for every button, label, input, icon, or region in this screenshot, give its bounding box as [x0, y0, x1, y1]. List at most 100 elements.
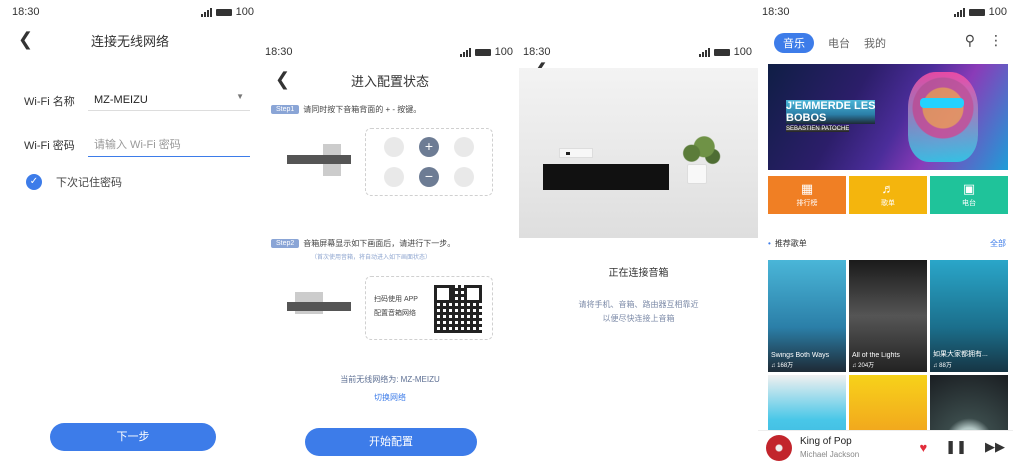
category-radio[interactable]: ▣ 电台 — [930, 176, 1008, 214]
speaker-top-unit — [559, 148, 593, 158]
speaker-main-unit — [543, 164, 669, 190]
tab-music[interactable]: 音乐 — [774, 33, 814, 53]
battery-level: 100 — [235, 6, 254, 18]
wifi-name-label: Wi-Fi 名称 — [24, 95, 75, 108]
play-count: ♫ 88万 — [933, 363, 952, 369]
status-bar: 18:30 100 — [0, 0, 260, 22]
music-home-screen: 18:30 100 音乐 电台 我的 ⚲ ⋮ J'EMMERDE LES BOB… — [758, 0, 1013, 464]
tab-mine[interactable]: 我的 — [864, 35, 886, 51]
recommended-section-header: • 推荐歌单 全部 — [768, 238, 1006, 249]
current-network-text: 当前无线网络为: MZ-MEIZU — [340, 375, 440, 384]
qr-text-line2: 配置音箱网络 — [374, 310, 416, 317]
dropdown-icon[interactable]: ▼ — [236, 92, 244, 101]
heart-icon[interactable]: ♥ — [919, 440, 927, 455]
play-count: ♫ 168万 — [771, 363, 794, 369]
minus-icon: − — [419, 167, 439, 187]
status-time: 18:30 — [762, 6, 790, 18]
start-config-button[interactable]: 开始配置 — [305, 428, 477, 456]
next-button[interactable]: 下一步 — [50, 423, 216, 451]
banner-artist: SEBASTIEN PATOCHE — [786, 126, 850, 132]
category-charts[interactable]: ▦ 排行榜 — [768, 176, 846, 214]
view-all-link[interactable]: 全部 — [990, 238, 1006, 249]
panel-button — [384, 167, 404, 187]
album-cover[interactable] — [766, 435, 792, 461]
nav-bar: ❮ 连接无线网络 — [0, 22, 260, 58]
wifi-name-field[interactable]: MZ-MEIZU ▼ — [88, 90, 250, 111]
chart-icon: ▦ — [800, 181, 814, 196]
featured-banner[interactable]: J'EMMERDE LES BOBOS SEBASTIEN PATOCHE — [768, 64, 1008, 170]
plus-icon: + — [419, 137, 439, 157]
speaker-room-image — [519, 68, 758, 238]
battery-icon — [713, 48, 730, 56]
panel-button — [454, 137, 474, 157]
panel-button — [384, 137, 404, 157]
battery-level: 100 — [494, 46, 513, 58]
wifi-connect-screen: 18:30 100 ❮ 连接无线网络 Wi-Fi 名称 MZ-MEIZU ▼ W… — [0, 0, 260, 464]
step1-text: 请同时按下音箱背面的 + - 按键。 — [303, 105, 422, 114]
speaker-body-illustration — [287, 302, 351, 311]
step1-instruction: Step1 请同时按下音箱背面的 + - 按键。 — [271, 104, 513, 115]
wifi-password-field[interactable]: 请输入 Wi-Fi 密码 — [88, 132, 250, 157]
pause-icon[interactable]: ❚❚ — [945, 439, 967, 455]
song-artist: Michael Jackson — [800, 450, 860, 459]
playlist-card[interactable]: Swings Both Ways ♫ 168万 — [768, 260, 846, 372]
remember-password-option[interactable]: ✓ 下次记住密码 — [26, 174, 122, 190]
battery-icon — [215, 8, 232, 16]
tab-radio[interactable]: 电台 — [828, 35, 850, 51]
page-title: 连接无线网络 — [90, 34, 169, 49]
next-track-icon[interactable]: ▶▶ — [985, 439, 1005, 455]
checkmark-icon[interactable]: ✓ — [26, 174, 42, 190]
plant-pot — [687, 164, 707, 184]
battery-level: 100 — [733, 46, 752, 58]
step2-instruction: Step2 音箱屏幕显示如下画面后，请进行下一步。 — [271, 238, 513, 249]
banner-artist-image — [908, 72, 978, 162]
connecting-description: 请将手机、音箱、路由器互相靠近 以便尽快连接上音箱 — [578, 300, 699, 323]
status-bar: 18:30 100 — [519, 40, 758, 62]
battery-icon — [474, 48, 491, 56]
signal-icon — [698, 47, 710, 57]
battery-level: 100 — [988, 6, 1007, 18]
signal-icon — [459, 47, 471, 57]
button-panel-illustration: + − — [365, 128, 493, 196]
wifi-name-row: Wi-Fi 名称 MZ-MEIZU ▼ — [24, 90, 250, 111]
radio-icon: ▣ — [962, 181, 976, 196]
nav-bar: ❮ 进入配置状态 — [261, 62, 519, 98]
status-time: 18:30 — [12, 6, 40, 18]
plant-decoration — [679, 134, 721, 166]
connecting-title: 正在连接音箱 — [608, 268, 669, 279]
play-count: ♫ 204万 — [852, 363, 875, 369]
song-title: King of Pop — [800, 436, 852, 447]
playlist-icon: ♬ — [881, 181, 895, 196]
switch-network-link[interactable]: 切换网络 — [261, 392, 519, 403]
step1-tag: Step1 — [271, 105, 300, 114]
page-title: 进入配置状态 — [350, 74, 429, 89]
connecting-screen: 18:30 100 ❮ 正在连接音箱 请将手机、音箱、路由器互相靠近 以便尽快连… — [519, 40, 758, 464]
more-icon[interactable]: ⋮ — [989, 32, 1003, 49]
search-icon[interactable]: ⚲ — [965, 32, 975, 49]
signal-icon — [200, 7, 212, 17]
mini-player[interactable]: King of Pop Michael Jackson ♥ ❚❚ ▶▶ — [758, 430, 1013, 464]
qr-code-icon — [434, 285, 482, 333]
panel-button — [454, 167, 474, 187]
banner-title: J'EMMERDE LES BOBOS — [786, 100, 876, 124]
top-tabs: 音乐 电台 我的 — [774, 33, 886, 53]
step2-text: 音箱屏幕显示如下画面后，请进行下一步。 — [303, 239, 456, 248]
screen-preview-illustration: 扫码使用 APP 配置音箱网络 — [365, 276, 493, 340]
status-bar: 18:30 100 — [758, 0, 1013, 22]
step2-tag: Step2 — [271, 239, 300, 248]
playlist-card[interactable]: 如果大家都拥有... ♫ 88万 — [930, 260, 1008, 372]
category-row: ▦ 排行榜 ♬ 歌单 ▣ 电台 — [768, 176, 1008, 214]
status-bar: 18:30 100 — [261, 40, 519, 62]
category-playlists[interactable]: ♬ 歌单 — [849, 176, 927, 214]
section-title: 推荐歌单 — [774, 239, 807, 248]
playlist-card[interactable]: All of the Lights ♫ 204万 — [849, 260, 927, 372]
qr-text-line1: 扫码使用 APP — [374, 296, 418, 303]
signal-icon — [953, 7, 965, 17]
config-mode-screen: 18:30 100 ❮ 进入配置状态 Step1 请同时按下音箱背面的 + - … — [261, 40, 519, 464]
remember-password-label: 下次记住密码 — [56, 177, 122, 189]
wifi-password-row: Wi-Fi 密码 请输入 Wi-Fi 密码 — [24, 132, 250, 157]
step2-note: （首次使用音箱，将自动进入如下画面状态） — [311, 255, 432, 261]
status-time: 18:30 — [523, 46, 551, 58]
speaker-body-illustration — [287, 155, 351, 164]
wifi-password-label: Wi-Fi 密码 — [24, 139, 75, 152]
